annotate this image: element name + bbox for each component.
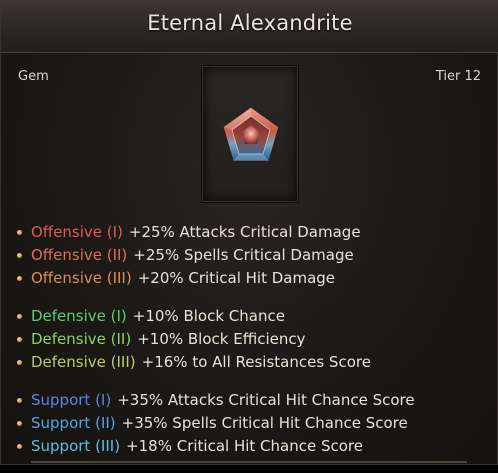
item-tooltip: Eternal Alexandrite Gem Tier 12 Offensiv… [0, 0, 498, 465]
affix-text: +35% Spells Critical Hit Chance Score [121, 414, 408, 432]
affix-text: +10% Block Efficiency [137, 330, 306, 348]
item-name: Eternal Alexandrite [147, 11, 353, 35]
defensive-group: Defensive (I) +10% Block Chance Defensive… [1, 305, 498, 374]
bullet-icon [17, 444, 22, 449]
affix-tier-label: Defensive (I) [31, 307, 127, 325]
offensive-group: Offensive (I) +25% Attacks Critical Damag… [1, 221, 498, 290]
affix-text: +18% Critical Hit Chance Score [126, 437, 363, 455]
tooltip-header: Eternal Alexandrite [1, 1, 498, 53]
affix-line: Offensive (III) +20% Critical Hit Damage [1, 267, 498, 290]
affix-tier-label: Offensive (I) [31, 223, 123, 241]
support-group: Support (I) +35% Attacks Critical Hit Cha… [1, 389, 498, 458]
affix-tier-label: Defensive (II) [31, 330, 132, 348]
pentagon-gem-icon [222, 106, 280, 162]
bullet-icon [17, 421, 22, 426]
affix-text: +10% Block Chance [132, 307, 285, 325]
affix-line: Offensive (I) +25% Attacks Critical Damag… [1, 221, 498, 244]
bullet-icon [17, 337, 22, 342]
item-icon-slot [201, 65, 299, 203]
affix-tier-label: Support (I) [31, 391, 112, 409]
affix-text: +35% Attacks Critical Hit Chance Score [117, 391, 415, 409]
bullet-icon [17, 230, 22, 235]
affix-text: +20% Critical Hit Damage [137, 269, 336, 287]
affix-line: Defensive (I) +10% Block Chance [1, 305, 498, 328]
affix-line: Support (III) +18% Critical Hit Chance Sc… [1, 435, 498, 458]
affix-tier-label: Offensive (III) [31, 269, 132, 287]
affix-tier-label: Support (II) [31, 414, 116, 432]
bullet-icon [17, 314, 22, 319]
affix-text: +16% to All Resistances Score [141, 353, 371, 371]
affix-line: Defensive (III) +16% to All Resistances S… [1, 351, 498, 374]
affix-tier-label: Offensive (II) [31, 246, 128, 264]
affix-tier-label: Defensive (III) [31, 353, 136, 371]
bottom-divider [31, 461, 467, 463]
affix-line: Support (I) +35% Attacks Critical Hit Cha… [1, 389, 498, 412]
affix-text: +25% Spells Critical Damage [133, 246, 354, 264]
affix-line: Defensive (II) +10% Block Efficiency [1, 328, 498, 351]
affix-text: +25% Attacks Critical Damage [128, 223, 361, 241]
affix-line: Support (II) +35% Spells Critical Hit Cha… [1, 412, 498, 435]
affix-tier-label: Support (III) [31, 437, 121, 455]
bullet-icon [17, 276, 22, 281]
item-tier: Tier 12 [435, 69, 481, 84]
bullet-icon [17, 398, 22, 403]
bullet-icon [17, 253, 22, 258]
affix-list: Offensive (I) +25% Attacks Critical Damag… [1, 221, 498, 473]
bullet-icon [17, 360, 22, 365]
affix-line: Offensive (II) +25% Spells Critical Damag… [1, 244, 498, 267]
item-type: Gem [18, 69, 49, 84]
